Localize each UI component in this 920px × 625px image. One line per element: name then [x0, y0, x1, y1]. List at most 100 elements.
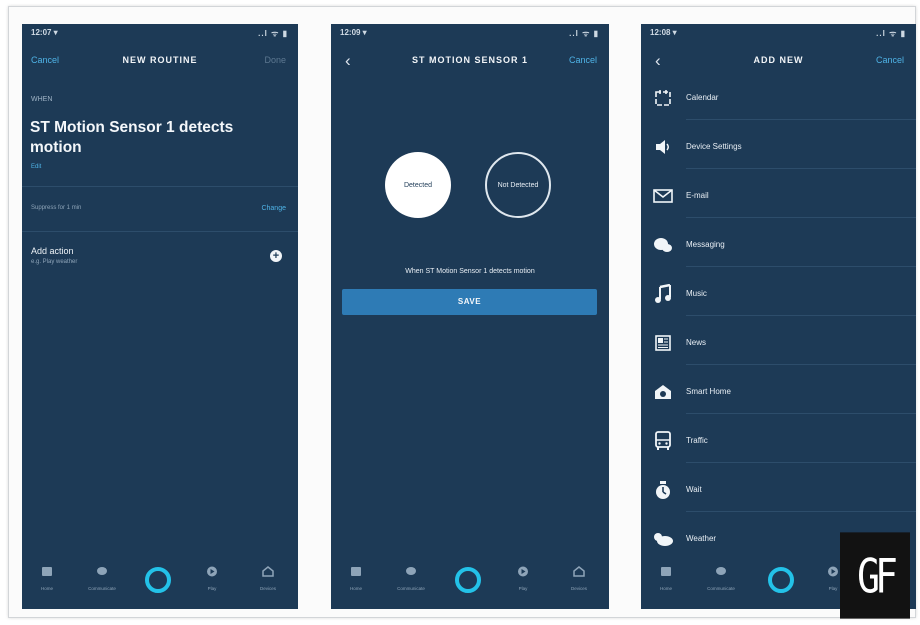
tab-devices[interactable]: Devices — [557, 566, 601, 591]
home-icon — [41, 566, 53, 577]
status-time: 12:08 ▾ — [650, 28, 677, 37]
calendar-icon — [651, 86, 675, 110]
option-not-detected[interactable]: Not Detected — [485, 152, 551, 218]
divider — [686, 168, 916, 169]
menu-item-calendar[interactable]: Calendar — [641, 86, 916, 135]
tab-label: Play — [518, 586, 528, 591]
nav-bar: ‹ ST MOTION SENSOR 1 Cancel — [331, 51, 609, 71]
cancel-button[interactable]: Cancel — [876, 55, 904, 65]
menu-item-label: Calendar — [686, 93, 719, 102]
status-bar: 12:09 ▾ ..l ᯤ ▮ — [331, 24, 609, 40]
speaker-icon — [651, 135, 675, 159]
tab-home[interactable]: Home — [25, 566, 69, 591]
play-icon — [827, 566, 839, 577]
divider — [686, 511, 916, 512]
divider — [686, 413, 916, 414]
tab-label: Play — [207, 586, 217, 591]
new-routine-screen: 12:07 ▾ ..l ᯤ ▮ Cancel NEW ROUTINE Done … — [22, 24, 298, 609]
page-title: ST MOTION SENSOR 1 — [411, 55, 528, 65]
cancel-button[interactable]: Cancel — [569, 55, 597, 65]
status-bar: 12:08 ▾ ..l ᯤ ▮ — [641, 24, 916, 40]
tab-label: Devices — [570, 586, 587, 591]
add-action-plus-icon[interactable]: + — [270, 250, 282, 262]
divider — [22, 186, 298, 187]
status-bar: 12:07 ▾ ..l ᯤ ▮ — [22, 24, 298, 40]
divider — [686, 217, 916, 218]
devices-icon — [262, 566, 274, 577]
menu-item-news[interactable]: News — [641, 331, 916, 380]
menu-item-smart-home[interactable]: Smart Home — [641, 380, 916, 429]
tab-label: Communicate — [88, 586, 116, 591]
home-icon — [350, 566, 362, 577]
signal-battery-icons: ..l ᯤ ▮ — [569, 29, 599, 38]
menu-item-label: News — [686, 338, 707, 347]
alexa-ring-icon[interactable] — [145, 567, 171, 593]
when-label: WHEN — [31, 96, 53, 103]
tab-home[interactable]: Home — [334, 566, 378, 591]
smart-home-icon — [651, 380, 675, 404]
gf-watermark-logo: GF — [840, 532, 910, 619]
save-button[interactable]: SAVE — [342, 289, 597, 315]
music-note-icon — [651, 282, 675, 306]
nav-bar: ‹ ADD NEW Cancel — [641, 51, 916, 71]
timer-icon — [651, 478, 675, 502]
tab-home[interactable]: Home — [644, 566, 688, 591]
menu-item-music[interactable]: Music — [641, 282, 916, 331]
play-icon — [206, 566, 218, 577]
devices-icon — [573, 566, 585, 577]
tab-label: Home — [40, 586, 53, 591]
status-time: 12:07 ▾ — [31, 28, 58, 37]
tab-play[interactable]: Play — [501, 566, 545, 591]
done-button[interactable]: Done — [264, 55, 286, 65]
menu-item-label: Messaging — [686, 240, 725, 249]
tab-communicate[interactable]: Communicate — [80, 566, 124, 591]
suppress-text: Suppress for 1 min — [31, 205, 82, 211]
chat-icon — [715, 566, 727, 577]
tab-label: Communicate — [707, 586, 735, 591]
trigger-title[interactable]: ST Motion Sensor 1 detects motion — [30, 118, 280, 158]
divider — [686, 119, 916, 120]
motion-sensor-screen: 12:09 ▾ ..l ᯤ ▮ ‹ ST MOTION SENSOR 1 Can… — [331, 24, 609, 609]
alexa-ring-icon[interactable] — [455, 567, 481, 593]
trigger-edit-link[interactable]: Edit — [31, 164, 41, 170]
chat-bubble-icon — [651, 233, 675, 257]
tab-label: Communicate — [397, 586, 425, 591]
divider — [686, 364, 916, 365]
change-link[interactable]: Change — [261, 205, 286, 212]
tab-label: Devices — [259, 586, 276, 591]
menu-item-label: E-mail — [686, 191, 709, 200]
tab-label: Home — [349, 586, 362, 591]
menu-item-label: Music — [686, 289, 707, 298]
tab-devices[interactable]: Devices — [246, 566, 290, 591]
cloud-icon — [651, 527, 675, 551]
menu-item-label: Device Settings — [686, 142, 742, 151]
add-action-label[interactable]: Add action — [31, 246, 74, 256]
menu-item-messaging[interactable]: Messaging — [641, 233, 916, 282]
divider — [686, 315, 916, 316]
signal-battery-icons: ..l ᯤ ▮ — [876, 29, 906, 38]
menu-item-label: Weather — [686, 534, 717, 543]
status-time: 12:09 ▾ — [340, 28, 367, 37]
home-icon — [660, 566, 672, 577]
menu-item-wait[interactable]: Wait — [641, 478, 916, 527]
page-title: NEW ROUTINE — [122, 55, 198, 65]
menu-item-device-settings[interactable]: Device Settings — [641, 135, 916, 184]
option-detected[interactable]: Detected — [385, 152, 451, 218]
tab-label: Home — [659, 586, 672, 591]
menu-item-label: Smart Home — [686, 387, 731, 396]
chat-icon — [405, 566, 417, 577]
alexa-ring-icon[interactable] — [768, 567, 794, 593]
play-icon — [517, 566, 529, 577]
menu-item-traffic[interactable]: Traffic — [641, 429, 916, 478]
tab-communicate[interactable]: Communicate — [699, 566, 743, 591]
option-not-detected-label: Not Detected — [497, 181, 539, 189]
newspaper-icon — [651, 331, 675, 355]
divider — [686, 462, 916, 463]
tab-play[interactable]: Play — [190, 566, 234, 591]
tab-bar: Home Communicate Play Devices — [22, 559, 298, 609]
envelope-icon — [651, 184, 675, 208]
add-new-screen: 12:08 ▾ ..l ᯤ ▮ ‹ ADD NEW Cancel Calenda… — [641, 24, 916, 609]
menu-item-email[interactable]: E-mail — [641, 184, 916, 233]
tab-communicate[interactable]: Communicate — [389, 566, 433, 591]
page-title: ADD NEW — [753, 55, 804, 65]
